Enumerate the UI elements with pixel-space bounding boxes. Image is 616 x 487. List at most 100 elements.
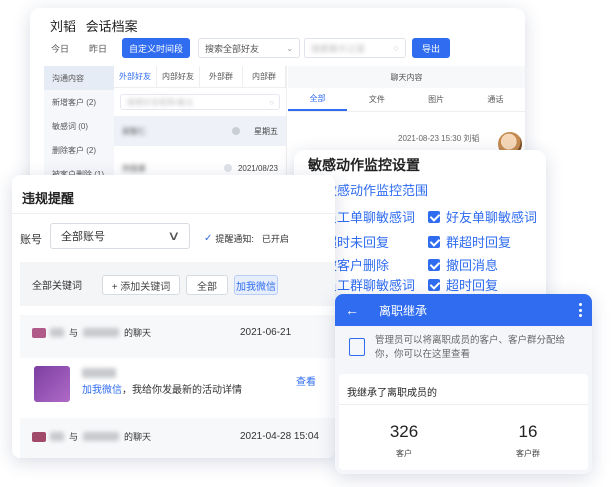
option-label: 好友单聊敏感词 bbox=[446, 210, 538, 225]
violation-group-header: 与 的聊天 2021-04-28 15:04 bbox=[32, 430, 332, 443]
info-banner: 管理员可以将离职成员的客户、客户群分配给你，你可以在这里查看 bbox=[335, 326, 592, 370]
message-meta: 2021-08-23 15:30 刘韬 bbox=[398, 134, 480, 143]
account-label: 账号 bbox=[20, 234, 42, 246]
customers-label: 客户 bbox=[396, 449, 412, 458]
tab-files[interactable]: 文件 bbox=[347, 88, 406, 111]
archive-user-name: 刘韬 bbox=[50, 19, 77, 34]
account-select[interactable]: 全部账号 ∨ bbox=[50, 223, 190, 249]
view-link[interactable]: 查看 bbox=[296, 373, 316, 388]
archive-title: 刘韬 会话档案 bbox=[50, 16, 144, 35]
customers-stat[interactable]: 326 客户 bbox=[359, 422, 449, 459]
tab-all[interactable]: 全部 bbox=[288, 88, 348, 111]
divider bbox=[12, 213, 335, 214]
tab-external-groups[interactable]: 外部群 bbox=[200, 66, 243, 87]
filter-yesterday[interactable]: 昨日 bbox=[82, 38, 114, 58]
tab-internal-groups[interactable]: 内部群 bbox=[243, 66, 286, 87]
nav-item-sensitive-words[interactable]: 敏感词 (0) bbox=[44, 114, 114, 138]
friend-select[interactable]: 搜索全部好友 ⌄ bbox=[198, 38, 301, 58]
group-time: 2021-04-28 15:04 bbox=[240, 431, 319, 442]
chat-search-placeholder: 搜索聊天记录 bbox=[311, 43, 366, 54]
transfer-icon bbox=[349, 338, 365, 356]
contact-name: 刘佳家 bbox=[122, 163, 146, 173]
notify-status: ✓ 提醒通知: 已开启 bbox=[204, 232, 289, 245]
account-select-value: 全部账号 bbox=[61, 231, 105, 243]
archive-filters: 今日 昨日 自定义时间段 搜索全部好友 ⌄ 搜索聊天记录 ○ 导出 bbox=[44, 38, 451, 58]
contact-name: 吴智仁 bbox=[122, 126, 146, 136]
groups-count: 16 bbox=[518, 422, 538, 441]
app-bar: ← 离职继承 bbox=[335, 294, 592, 326]
resigned-inheritance-panel: ← 离职继承 管理员可以将离职成员的客户、客户群分配给你，你可以在这里查看 我继… bbox=[335, 294, 592, 474]
contact-date: 星期五 bbox=[254, 126, 278, 136]
status-dot-icon bbox=[223, 164, 232, 172]
option-label: 超时回复 bbox=[446, 278, 499, 293]
message-thumbnail bbox=[34, 366, 70, 402]
violation-alert-panel: 违规提醒 账号 全部账号 ∨ ✓ 提醒通知: 已开启 全部关键词 + 添加关键词… bbox=[12, 175, 335, 458]
option-label: 员工群聊敏感词 bbox=[324, 278, 416, 293]
chevron-down-icon: ⌄ bbox=[286, 43, 294, 53]
redacted-name bbox=[83, 432, 120, 441]
violation-group-header: 与 的聊天 2021-06-21 bbox=[32, 326, 332, 339]
nav-item-new-customers[interactable]: 新增客户 (2) bbox=[44, 90, 114, 114]
customers-count: 326 bbox=[389, 422, 419, 441]
option-group-timeout-reply[interactable]: 群超时回复 bbox=[428, 232, 511, 251]
filter-wechat-button[interactable]: 加我微信 bbox=[234, 275, 278, 295]
group-sep: 与 bbox=[69, 328, 79, 338]
chat-header: 聊天内容 bbox=[288, 66, 525, 88]
checkbox-icon[interactable] bbox=[428, 210, 440, 223]
back-arrow-icon[interactable]: ← bbox=[345, 302, 365, 318]
chevron-down-icon: ∨ bbox=[167, 228, 181, 243]
filter-all-button[interactable]: 全部 bbox=[186, 275, 228, 295]
option-friend-single-chat[interactable]: 好友单聊敏感词 bbox=[428, 207, 537, 226]
add-keyword-button[interactable]: + 添加关键词 bbox=[102, 275, 180, 295]
message-text: 加我微信，我给你发最新的活动详情 bbox=[82, 381, 242, 396]
chat-tabs: 全部 文件 图片 通话 bbox=[288, 88, 525, 112]
group-suffix: 的聊天 bbox=[124, 328, 152, 338]
nav-item-content[interactable]: 沟通内容 bbox=[44, 66, 114, 90]
contact-date: 2021/08/23 bbox=[237, 163, 278, 173]
search-icon: ○ bbox=[269, 97, 274, 107]
option-recall-message[interactable]: 撤回消息 bbox=[428, 255, 498, 274]
option-label: 撤回消息 bbox=[446, 258, 499, 273]
redacted-name bbox=[50, 432, 64, 441]
status-dot-icon bbox=[232, 127, 240, 135]
chat-search-input[interactable]: 搜索聊天记录 ○ bbox=[304, 38, 407, 58]
friend-tabs: 外部好友 内部好友 外部群 内部群 bbox=[114, 66, 286, 88]
redacted-name bbox=[50, 328, 64, 337]
message-keyword-link[interactable]: 加我微信 bbox=[82, 385, 122, 396]
sensitive-title: 敏感动作监控设置 bbox=[308, 157, 420, 173]
group-time: 2021-06-21 bbox=[240, 327, 292, 338]
tab-images[interactable]: 图片 bbox=[407, 88, 466, 111]
tab-external-friends[interactable]: 外部好友 bbox=[114, 66, 157, 87]
message-rest: ，我给你发最新的活动详情 bbox=[122, 385, 242, 396]
contact-meta: 星期五 bbox=[232, 126, 278, 137]
checkbox-icon[interactable] bbox=[428, 258, 440, 271]
nav-item-deleted-customers[interactable]: 删除客户 (2) bbox=[44, 138, 114, 162]
notify-value: 已开启 bbox=[261, 234, 289, 244]
notify-label: 提醒通知: bbox=[215, 234, 254, 244]
option-label: 群超时回复 bbox=[446, 235, 512, 250]
checkbox-icon[interactable] bbox=[428, 278, 440, 291]
filter-today[interactable]: 今日 bbox=[44, 38, 76, 58]
divider bbox=[339, 404, 588, 405]
app-bar-title: 离职继承 bbox=[379, 303, 428, 318]
contact-row[interactable]: 吴智仁 星期五 bbox=[114, 116, 286, 146]
groups-label: 客户群 bbox=[516, 449, 540, 458]
search-icon: ○ bbox=[393, 43, 400, 53]
column-divider bbox=[286, 66, 287, 193]
keywords-title: 全部关键词 bbox=[32, 281, 82, 292]
avatar bbox=[32, 431, 46, 442]
redacted-sender bbox=[82, 368, 116, 378]
tab-calls[interactable]: 通话 bbox=[466, 88, 525, 111]
friend-search-input[interactable]: 搜索好友昵称/备注 ○ bbox=[120, 94, 280, 110]
option-timeout-reply[interactable]: 超时回复 bbox=[428, 275, 498, 294]
more-icon[interactable] bbox=[579, 303, 582, 317]
contact-meta: 2021/08/23 bbox=[223, 163, 278, 173]
scope-label: 敏感动作监控范围 bbox=[324, 183, 429, 198]
checkbox-icon[interactable] bbox=[428, 235, 440, 248]
archive-left-nav: 沟通内容 新增客户 (2) 敏感词 (0) 删除客户 (2) 被客户删除 (1) bbox=[44, 66, 114, 193]
groups-stat[interactable]: 16 客户群 bbox=[483, 422, 573, 459]
check-icon: ✓ bbox=[204, 233, 213, 244]
export-button[interactable]: 导出 bbox=[412, 38, 451, 58]
tab-internal-friends[interactable]: 内部好友 bbox=[157, 66, 200, 87]
filter-custom-range[interactable]: 自定义时间段 bbox=[122, 38, 191, 58]
